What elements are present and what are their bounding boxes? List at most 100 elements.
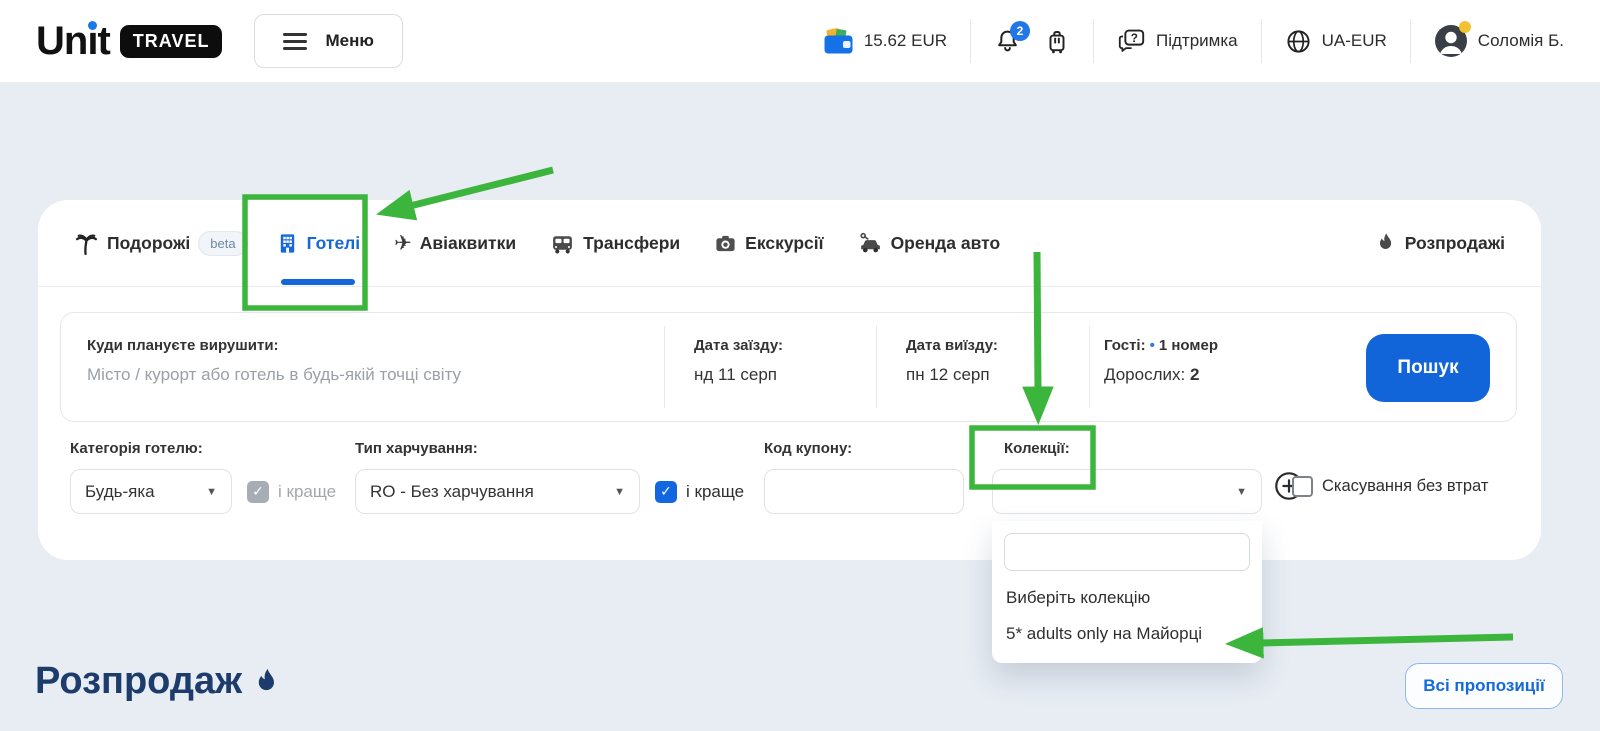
checkbox-checked-gray-icon: ✓ <box>247 481 269 503</box>
collections-option-mallorca[interactable]: 5* adults only на Майорці <box>1006 623 1248 645</box>
tab-transfers[interactable]: Трансфери <box>550 200 680 286</box>
sales-heading: Розпродаж <box>35 660 282 703</box>
hotel-category-select[interactable]: Будь-яка ▼ <box>70 469 232 514</box>
category-and-better-checkbox[interactable]: ✓ і краще <box>247 481 336 503</box>
annotation-arrow-collection-option <box>1260 637 1513 643</box>
tab-excursions-label: Екскурсії <box>745 233 823 254</box>
header-divider <box>1410 19 1411 63</box>
support-chat-icon: ? <box>1117 28 1146 55</box>
search-card: Подорожі beta Готелі <box>38 200 1541 560</box>
collections-option-placeholder[interactable]: Виберіть колекцію <box>1006 587 1248 609</box>
page: Unıt TRAVEL Меню 15.62 EUR <box>0 0 1600 731</box>
product-tabs: Подорожі beta Готелі <box>38 200 1541 287</box>
wallet-balance[interactable]: 15.62 EUR <box>823 28 947 55</box>
checkbox-checked-blue-icon: ✓ <box>655 481 677 503</box>
avatar <box>1434 24 1468 58</box>
header-divider <box>1261 19 1262 63</box>
collections-select[interactable]: ▼ <box>992 469 1262 514</box>
palm-tree-icon <box>74 231 99 256</box>
notifications-badge: 2 <box>1010 21 1030 41</box>
hotel-category-filter: Категорія готелю: Будь-яка ▼ ✓ і краще <box>70 440 336 514</box>
active-tab-underline <box>281 279 355 285</box>
guests-field[interactable]: Гості:•1 номер Дорослих: 2 <box>1089 313 1379 421</box>
meal-type-filter: Тип харчування: RO - Без харчування ▼ ✓ … <box>355 440 744 514</box>
hotel-category-label: Категорія готелю: <box>70 440 336 457</box>
tab-hotels[interactable]: Готелі <box>276 200 361 286</box>
wallet-icon <box>823 28 854 55</box>
coupon-label: Код купону: <box>764 440 964 457</box>
search-bar: Куди плануєте вирушити: Місто / курорт а… <box>60 312 1517 422</box>
tab-trips[interactable]: Подорожі beta <box>74 200 248 286</box>
collections-label: Колекції: <box>1004 440 1262 457</box>
tab-flights-label: Авіаквитки <box>420 233 516 254</box>
hotel-building-icon <box>276 232 299 255</box>
checkbox-unchecked-icon <box>1292 476 1313 497</box>
coupon-filter: Код купону: <box>764 440 964 514</box>
all-offers-button[interactable]: Всі пропозиції <box>1405 663 1563 709</box>
locale-label: UA-EUR <box>1322 31 1387 51</box>
tab-hotels-label: Готелі <box>307 233 361 254</box>
tab-sales-label: Розпродажі <box>1405 233 1505 254</box>
user-menu[interactable]: Соломія Б. <box>1434 24 1564 58</box>
tab-transfers-label: Трансфери <box>583 233 680 254</box>
plane-icon: ✈ <box>394 231 412 255</box>
adults-row: Дорослих: 2 <box>1104 365 1379 385</box>
header-divider <box>1093 19 1094 63</box>
chevron-down-icon: ▼ <box>1236 486 1247 498</box>
support-label: Підтримка <box>1156 31 1238 51</box>
coupon-input[interactable] <box>764 469 964 514</box>
tab-sales[interactable]: Розпродажі <box>1375 200 1505 286</box>
collections-dropdown-panel: Виберіть колекцію 5* adults only на Майо… <box>992 521 1262 663</box>
menu-label: Меню <box>325 31 373 51</box>
checkin-value: нд 11 серп <box>694 365 876 385</box>
globe-icon <box>1285 28 1312 55</box>
flame-icon <box>1375 232 1397 254</box>
checkout-label: Дата виїзду: <box>906 337 1089 354</box>
tab-car-rental-label: Оренда авто <box>891 233 1001 254</box>
car-key-icon <box>858 231 883 256</box>
beta-badge: beta <box>198 231 247 256</box>
checkin-label: Дата заїзду: <box>694 337 876 354</box>
meal-type-select[interactable]: RO - Без харчування ▼ <box>355 469 640 514</box>
camera-icon <box>714 232 737 255</box>
collections-filter: Колекції: ▼ <box>992 440 1262 514</box>
meal-and-better-checkbox[interactable]: ✓ і краще <box>655 481 744 503</box>
trips-button[interactable] <box>1044 28 1070 55</box>
free-cancellation-checkbox[interactable]: Скасування без втрат <box>1292 476 1488 497</box>
destination-field[interactable]: Куди плануєте вирушити: Місто / курорт а… <box>61 313 664 421</box>
guests-label-row: Гості:•1 номер <box>1104 337 1379 354</box>
tab-car-rental[interactable]: Оренда авто <box>858 200 1001 286</box>
svg-text:?: ? <box>1131 31 1138 44</box>
logo: Unıt TRAVEL <box>36 19 222 64</box>
wallet-balance-value: 15.62 EUR <box>864 31 947 51</box>
destination-placeholder: Місто / курорт або готель в будь-якій то… <box>87 365 664 385</box>
header-right: 15.62 EUR 2 <box>823 19 1564 63</box>
header-divider <box>970 19 971 63</box>
bus-icon <box>550 231 575 256</box>
checkin-date-field[interactable]: Дата заїзду: нд 11 серп <box>664 313 876 421</box>
status-dot-icon <box>1459 21 1471 33</box>
support-button[interactable]: ? Підтримка <box>1117 28 1238 55</box>
hamburger-icon <box>283 33 307 50</box>
notifications-button[interactable]: 2 <box>994 28 1021 55</box>
tab-trips-label: Подорожі <box>107 233 190 254</box>
checkout-date-field[interactable]: Дата виїзду: пн 12 серп <box>876 313 1089 421</box>
meal-type-label: Тип харчування: <box>355 440 744 457</box>
logo-dot-icon <box>88 21 97 30</box>
checkout-value: пн 12 серп <box>906 365 1089 385</box>
collections-search-input[interactable] <box>1004 533 1250 571</box>
tab-flights[interactable]: ✈ Авіаквитки <box>394 200 516 286</box>
header: Unıt TRAVEL Меню 15.62 EUR <box>0 0 1600 83</box>
search-button[interactable]: Пошук <box>1366 334 1490 402</box>
tab-excursions[interactable]: Екскурсії <box>714 200 823 286</box>
menu-button[interactable]: Меню <box>254 14 402 68</box>
flame-icon <box>252 667 282 697</box>
user-name: Соломія Б. <box>1478 31 1564 51</box>
logo-text: Unıt <box>36 19 110 64</box>
destination-label: Куди плануєте вирушити: <box>87 337 664 354</box>
bullet-icon: • <box>1150 337 1155 354</box>
logo-badge: TRAVEL <box>120 25 223 58</box>
luggage-icon <box>1044 28 1070 55</box>
chevron-down-icon: ▼ <box>206 486 217 498</box>
locale-selector[interactable]: UA-EUR <box>1285 28 1387 55</box>
